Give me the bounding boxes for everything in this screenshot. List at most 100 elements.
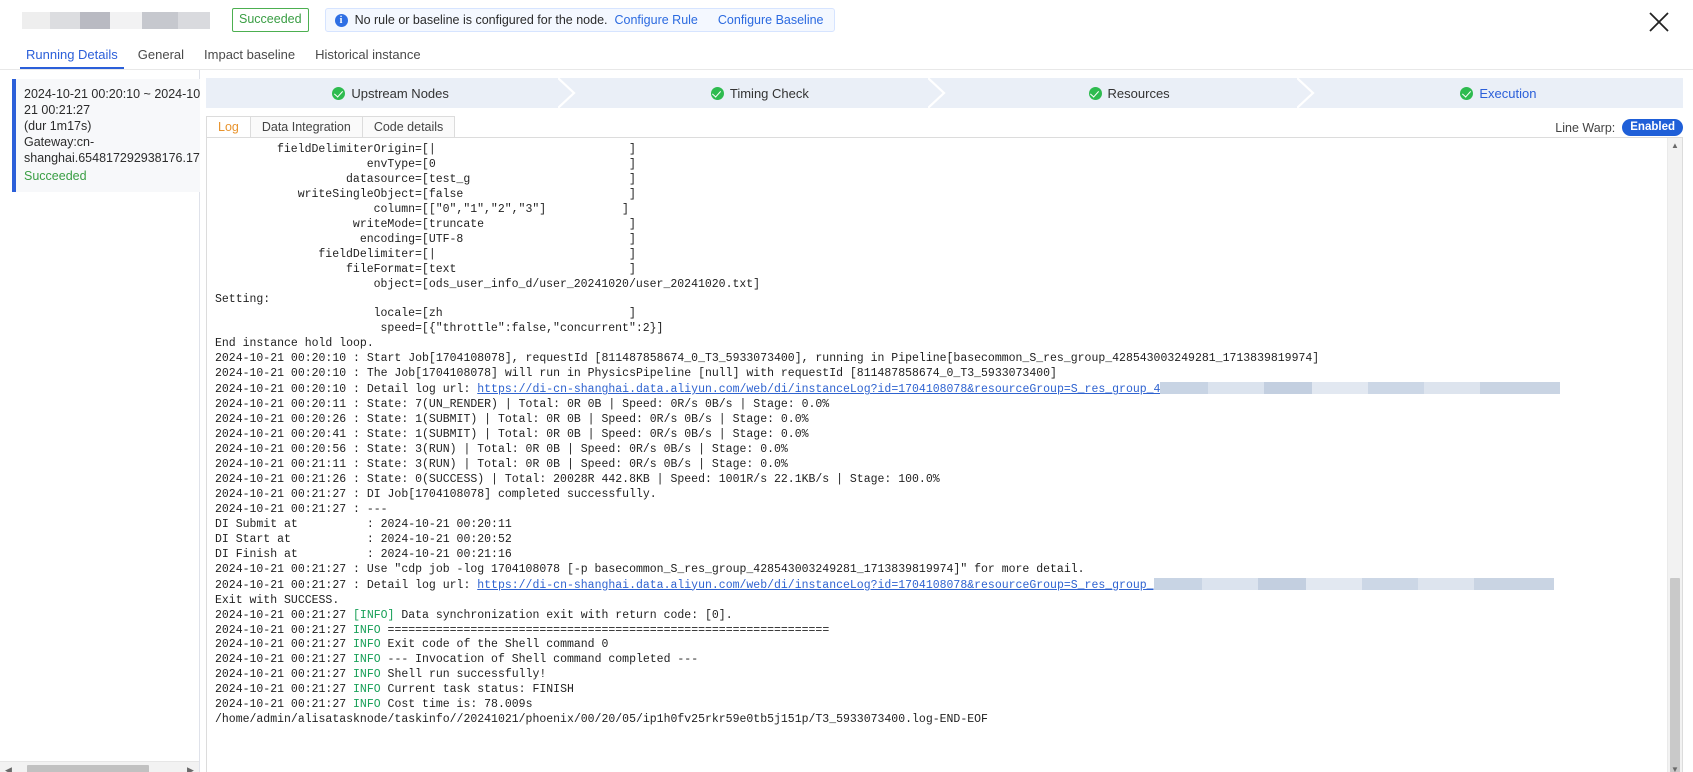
log-line-message: ========================================… — [380, 623, 830, 637]
log-level-info: INFO — [353, 653, 381, 667]
log-line-message: Cost time is: 78.009s — [380, 698, 533, 712]
configure-baseline-link[interactable]: Configure Baseline — [718, 13, 824, 27]
stage-label: Upstream Nodes — [351, 85, 449, 101]
check-circle-icon — [1460, 86, 1474, 100]
instance-list-pane: 2024-10-21 00:20:10 ~ 2024-10- 21 00:21:… — [0, 70, 200, 772]
subtab-log[interactable]: Log — [206, 116, 251, 137]
instance-gateway-line1: Gateway:cn- — [24, 135, 95, 149]
log-line: fileFormat=[text ] — [277, 262, 636, 276]
status-badge: Succeeded — [232, 8, 309, 32]
top-bar: Succeeded i No rule or baseline is confi… — [0, 0, 1693, 40]
detail-pane: Upstream Nodes Timing Check Resources Execu… — [200, 70, 1693, 772]
sidebar-horizontal-scrollbar[interactable]: ◀ ▶ — [0, 761, 199, 772]
log-line: writeSingleObject=[false ] — [277, 187, 636, 201]
log-vertical-scrollbar[interactable]: ▲ ▼ — [1667, 138, 1682, 772]
stage-label: Timing Check — [729, 85, 809, 101]
log-line: 2024-10-21 00:21:27 INFO ===============… — [215, 624, 1667, 639]
notice-text: No rule or baseline is configured for th… — [354, 13, 608, 27]
detail-log-url-link[interactable]: https://di-cn-shanghai.data.aliyun.com/w… — [477, 579, 1153, 592]
tab-historical-instance[interactable]: Historical instance — [305, 47, 431, 69]
log-line: envType=[0 ] — [277, 157, 636, 171]
redacted-segment — [80, 11, 110, 29]
tab-running-details[interactable]: Running Details — [16, 47, 128, 69]
log-line: Exit with SUCCESS. — [215, 593, 340, 607]
tab-impact-baseline[interactable]: Impact baseline — [194, 47, 305, 69]
log-line: 2024-10-21 00:21:27 INFO Cost time is: 7… — [215, 698, 1667, 713]
log-line: 2024-10-21 00:20:10 : Detail log url: ht… — [215, 382, 1667, 398]
log-content[interactable]: fieldDelimiterOrigin=[| ] envType=[0 ] d… — [207, 138, 1667, 772]
log-line-prefix: 2024-10-21 00:21:27 : Detail log url: — [215, 578, 478, 592]
instance-status: Succeeded — [24, 169, 87, 183]
redacted-segment — [178, 11, 210, 29]
log-line: writeMode=[truncate ] — [277, 217, 636, 231]
instance-time-range-line2: 21 00:21:27 — [24, 103, 91, 117]
log-line: DI Finish at : 2024-10-21 00:21:16 — [215, 547, 512, 561]
close-icon[interactable] — [1645, 8, 1673, 36]
stage-timing-check[interactable]: Timing Check — [575, 78, 946, 108]
log-line: 2024-10-21 00:20:26 : State: 1(SUBMIT) |… — [215, 413, 809, 427]
log-line: 2024-10-21 00:21:27 INFO Current task st… — [215, 683, 1667, 698]
stage-label: Resources — [1107, 85, 1170, 101]
stage-execution[interactable]: Execution — [1313, 78, 1683, 108]
log-line: Setting: — [215, 292, 271, 306]
log-line: column=[["0","1","2","3"] ] — [277, 202, 629, 216]
check-circle-icon — [1088, 86, 1102, 100]
log-line-timestamp: 2024-10-21 00:21:27 — [215, 668, 354, 682]
log-scroll-down-icon[interactable]: ▼ — [1668, 762, 1682, 772]
redacted-segment — [142, 11, 178, 29]
log-scroll-thumb[interactable] — [1670, 578, 1680, 772]
stage-chevron-icon — [926, 78, 946, 108]
log-line: DI Submit at : 2024-10-21 00:20:11 — [215, 517, 512, 531]
stage-resources[interactable]: Resources — [944, 78, 1315, 108]
log-line: 2024-10-21 00:21:27 : Detail log url: ht… — [215, 577, 1667, 594]
scroll-thumb[interactable] — [27, 764, 149, 772]
tab-general[interactable]: General — [128, 47, 194, 69]
subtab-code-details[interactable]: Code details — [361, 116, 456, 137]
log-line: 2024-10-21 00:21:27 : Use "cdp job -log … — [215, 562, 1085, 576]
scroll-left-arrow-icon[interactable]: ◀ — [0, 762, 17, 772]
main-tabs: Running Details General Impact baseline His… — [0, 40, 1693, 70]
log-line: speed=[{"throttle":false,"concurrent":2}… — [277, 322, 664, 336]
log-line: End instance hold loop. — [215, 337, 374, 351]
redacted-url-remainder — [1153, 577, 1554, 590]
log-line-message: Data synchronization exit with return co… — [394, 608, 733, 622]
log-line: 2024-10-21 00:21:27 INFO Shell run succe… — [215, 668, 1667, 683]
log-line: 2024-10-21 00:21:27 : --- — [215, 502, 388, 516]
instance-list-item[interactable]: 2024-10-21 00:20:10 ~ 2024-10- 21 00:21:… — [12, 79, 200, 192]
stage-upstream-nodes[interactable]: Upstream Nodes — [206, 78, 576, 108]
scroll-track[interactable] — [17, 762, 182, 772]
log-level-info: INFO — [353, 698, 381, 712]
log-scroll-up-icon[interactable]: ▲ — [1668, 138, 1682, 153]
configure-rule-link[interactable]: Configure Rule — [615, 13, 698, 27]
log-line-timestamp: 2024-10-21 00:21:27 — [215, 698, 354, 712]
log-line: 2024-10-21 00:21:11 : State: 3(RUN) | To… — [215, 458, 788, 472]
log-line: 2024-10-21 00:21:27 [INFO] Data synchron… — [215, 609, 1667, 624]
scroll-right-arrow-icon[interactable]: ▶ — [182, 762, 199, 772]
stage-chevron-icon — [557, 78, 576, 108]
log-line: /home/admin/alisatasknode/taskinfo//2024… — [215, 713, 988, 727]
log-level-info: [INFO] — [353, 608, 395, 622]
log-viewer: fieldDelimiterOrigin=[| ] envType=[0 ] d… — [206, 137, 1683, 772]
log-line: 2024-10-21 00:20:41 : State: 1(SUBMIT) |… — [215, 428, 809, 442]
log-line: 2024-10-21 00:20:56 : State: 3(RUN) | To… — [215, 443, 788, 457]
log-line: fieldDelimiterOrigin=[| ] — [277, 143, 636, 156]
log-line-timestamp: 2024-10-21 00:21:27 — [215, 653, 354, 667]
log-line-timestamp: 2024-10-21 00:21:27 — [215, 638, 354, 652]
stage-label: Execution — [1479, 85, 1537, 101]
instance-gateway-line2: shanghai.654817292938176.171375 — [24, 151, 200, 165]
check-circle-icon — [332, 86, 346, 100]
subtab-data-integration[interactable]: Data Integration — [249, 116, 363, 137]
log-line: 2024-10-21 00:21:27 INFO --- Invocation … — [215, 653, 1667, 668]
instance-time-range-line1: 2024-10-21 00:20:10 ~ 2024-10- — [24, 87, 200, 101]
log-line: encoding=[UTF-8 ] — [277, 232, 636, 246]
log-level-info: INFO — [353, 668, 381, 682]
log-line-timestamp: 2024-10-21 00:21:27 — [215, 623, 354, 637]
log-line: datasource=[test_g ] — [277, 172, 636, 186]
log-line-message: Shell run successfully! — [380, 668, 547, 682]
redacted-segment — [50, 11, 80, 29]
log-level-info: INFO — [353, 638, 381, 652]
log-line: 2024-10-21 00:20:11 : State: 7(UN_RENDER… — [215, 398, 830, 412]
detail-log-url-link[interactable]: https://di-cn-shanghai.data.aliyun.com/w… — [477, 383, 1160, 396]
line-warp-toggle[interactable]: Enabled — [1622, 119, 1683, 136]
check-circle-icon — [710, 86, 724, 100]
